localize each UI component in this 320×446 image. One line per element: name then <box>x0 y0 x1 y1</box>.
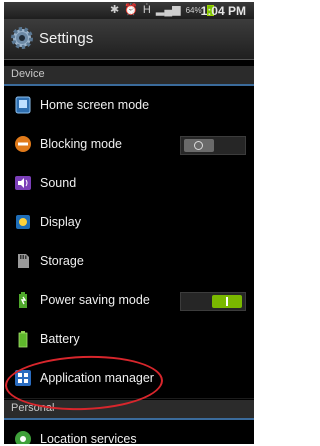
title-bar: Settings <box>4 19 254 60</box>
power-saving-icon <box>19 292 27 308</box>
item-label: Location services <box>40 432 137 444</box>
storage-icon <box>18 254 29 268</box>
item-label: Battery <box>40 332 80 346</box>
settings-item-blocking-mode[interactable]: Blocking mode <box>4 125 254 165</box>
battery-percent: 64% <box>185 5 202 15</box>
display-icon <box>16 215 30 229</box>
status-time: 1:04 PM <box>200 4 246 18</box>
blocking-icon <box>15 136 31 152</box>
status-bar: ✱ ⏰ Ḣ ▂▄▆ 64% 1:04 PM <box>4 2 254 19</box>
item-label: Power saving mode <box>40 293 150 307</box>
settings-item-power-saving-mode[interactable]: Power saving mode <box>4 281 254 321</box>
blocking-mode-toggle[interactable] <box>180 136 246 155</box>
sound-icon <box>15 176 31 190</box>
section-label-device: Device <box>11 68 45 80</box>
settings-gear-icon <box>11 27 33 49</box>
settings-item-location-services[interactable]: Location services <box>4 420 254 444</box>
settings-item-storage[interactable]: Storage <box>4 242 254 282</box>
item-label: Home screen mode <box>40 98 150 112</box>
settings-item-battery[interactable]: Battery <box>4 320 254 360</box>
toggle-knob-on <box>212 295 242 308</box>
item-label: Storage <box>40 254 84 268</box>
battery-icon <box>18 331 28 348</box>
home-screen-icon <box>15 96 31 114</box>
network-type-icon: Ḣ <box>142 4 151 16</box>
application-manager-icon <box>15 370 31 386</box>
location-icon <box>15 431 31 444</box>
section-label-personal: Personal <box>11 402 55 414</box>
page-title: Settings <box>39 30 94 47</box>
settings-item-sound[interactable]: Sound <box>4 164 254 204</box>
power-saving-toggle[interactable] <box>180 292 246 311</box>
alarm-icon: ⏰ <box>124 4 138 16</box>
section-header-device: Device <box>4 66 254 86</box>
item-label: Application manager <box>40 371 154 385</box>
phone-screen: ✱ ⏰ Ḣ ▂▄▆ 64% 1:04 PM Settings Device Ho… <box>4 2 254 444</box>
settings-item-home-screen-mode[interactable]: Home screen mode <box>4 86 254 126</box>
settings-item-application-manager[interactable]: Application manager <box>4 359 254 399</box>
section-header-personal: Personal <box>4 400 254 420</box>
settings-item-display[interactable]: Display <box>4 203 254 243</box>
item-label: Blocking mode <box>40 137 122 151</box>
status-icons: ✱ ⏰ Ḣ ▂▄▆ 64% <box>110 4 214 16</box>
signal-icon: ▂▄▆ <box>155 4 181 16</box>
item-label: Display <box>40 215 81 229</box>
toggle-knob-off <box>184 139 214 152</box>
item-label: Sound <box>40 176 77 190</box>
bluetooth-icon: ✱ <box>110 4 120 16</box>
